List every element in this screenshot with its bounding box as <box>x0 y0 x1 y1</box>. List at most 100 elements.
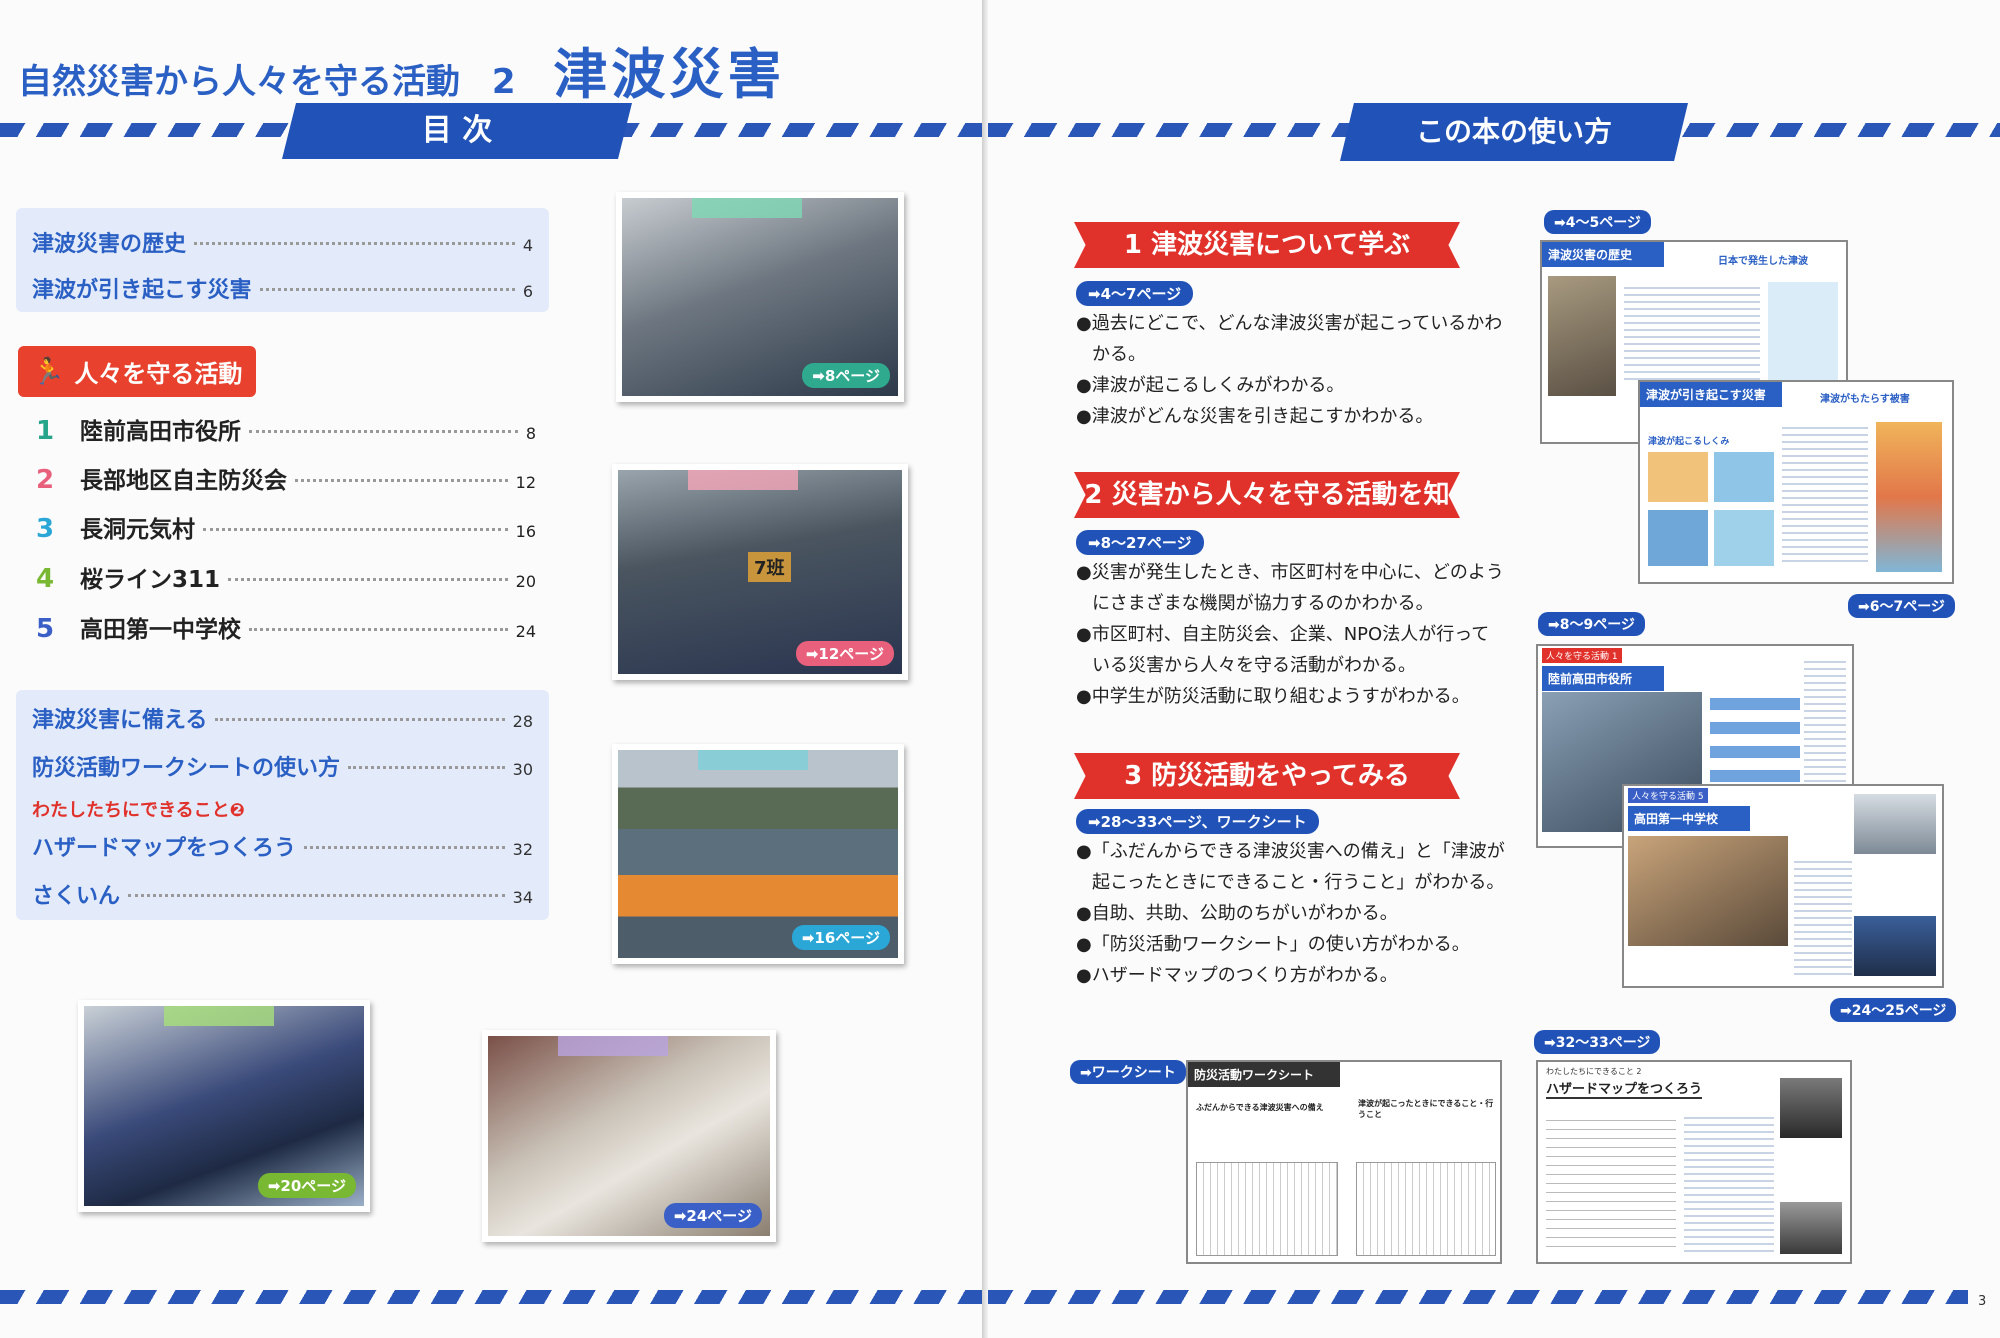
photo-page-tag[interactable]: ➡24ページ <box>663 1203 762 1228</box>
toc-subheading: わたしたちにできること❷ <box>32 800 245 821</box>
photo-page-tag[interactable]: ➡16ページ <box>791 925 890 950</box>
right-page: この本の使い方 1 津波災害について学ぶ ➡4〜7ページ ●過去にどこで、どんな… <box>988 0 2000 1338</box>
volume-title: 津波災害 <box>553 43 786 106</box>
running-person-icon: 🏃 <box>32 356 65 387</box>
thumb-photo <box>1780 1078 1842 1138</box>
toc-dots <box>228 578 508 581</box>
activity-row[interactable]: 2 長部地区自主防災会 12 <box>36 461 536 495</box>
toc-dots <box>304 846 505 849</box>
thumb-photo <box>1628 836 1788 946</box>
thumb-text-lines <box>1684 1112 1774 1252</box>
photo-tape <box>558 1036 668 1056</box>
thumb-text-lines <box>1782 422 1868 562</box>
activity-number: 5 <box>36 614 55 644</box>
toc-intro-box: 津波災害の歴史 4 津波が引き起こす災害 6 <box>16 208 549 312</box>
page-range-pill[interactable]: ➡28〜33ページ、ワークシート <box>1076 809 1319 834</box>
toc-row[interactable]: 津波が引き起こす災害 6 <box>32 272 533 304</box>
guide-section-1-title: 1 津波災害について学ぶ <box>1074 222 1460 268</box>
thumb-photo <box>1548 276 1616 396</box>
thumb-pages-24-25[interactable]: ➡24〜25ページ <box>1830 998 1957 1022</box>
illustration-graphic <box>1876 422 1942 572</box>
section-title-text: 1 津波災害について学ぶ <box>1123 230 1411 260</box>
toc-label: ハザードマップをつくろう <box>32 836 297 861</box>
worksheet-right-heading: 津波が起こったときにできること・行うこと <box>1358 1099 1494 1119</box>
photo-page-tag[interactable]: ➡20ページ <box>257 1173 356 1198</box>
activity-row[interactable]: 4 桜ライン311 20 <box>36 560 536 594</box>
bullet-line: ●災害が発生したとき、市区町村を中心に、どのよう <box>1076 562 1504 583</box>
series-title: 自然災害から人々を守る活動 2 津波災害 <box>18 30 785 109</box>
toc-dots <box>295 479 508 482</box>
toc-dots <box>194 242 515 245</box>
bullet-line: ●津波が起こるしくみがわかる。 <box>1076 375 1345 396</box>
group-sign: 7班 <box>748 552 791 582</box>
thumb-title: 津波が引き起こす災害 <box>1640 382 1782 407</box>
thumb-pages-4-5[interactable]: ➡4〜5ページ <box>1544 210 1651 234</box>
thumb-title: 防災活動ワークシート <box>1188 1062 1340 1087</box>
section-tag-label: 人々を守る活動 <box>74 360 243 388</box>
photo-tree-planting: ➡20ページ <box>78 1000 370 1212</box>
toc-label: 津波災害に備える <box>32 708 208 733</box>
toc-row[interactable]: ハザードマップをつくろう 32 <box>32 830 533 862</box>
photo-tape <box>698 750 808 770</box>
bullet-line: ●「ふだんからできる津波災害への備え」と「津波が <box>1076 841 1505 862</box>
activity-page: 8 <box>525 424 536 443</box>
toc-page: 30 <box>512 760 533 779</box>
activity-label: 長洞元気村 <box>80 517 195 543</box>
guide-section-3-pages: ➡28〜33ページ、ワークシート <box>1076 809 1319 834</box>
guide-section-2-pages: ➡8〜27ページ <box>1076 530 1204 555</box>
series-title-text: 自然災害から人々を守る活動 <box>18 62 460 102</box>
photo-tape <box>692 198 802 218</box>
toc-row[interactable]: 防災活動ワークシートの使い方 30 <box>32 750 533 782</box>
worksheet-grid <box>1196 1162 1338 1256</box>
photo-page-tag[interactable]: ➡12ページ <box>795 641 894 666</box>
photo-page-tag[interactable]: ➡8ページ <box>802 363 890 388</box>
guide-section-3-title: 3 防災活動をやってみる <box>1074 753 1460 799</box>
thumb-tsunami-damage: 津波が引き起こす災害 津波がもたらす被害 津波が起こるしくみ <box>1638 380 1954 584</box>
guide-section-1-bullets: ●過去にどこで、どんな津波災害が起こっているかわ かる。 ●津波が起こるしくみが… <box>1076 308 1502 432</box>
toc-row[interactable]: 津波災害に備える 28 <box>32 702 533 734</box>
thumb-pages-6-7[interactable]: ➡6〜7ページ <box>1848 594 1955 618</box>
toc-dots <box>259 288 515 291</box>
thumb-kicker: わたしたちにできること 2 <box>1546 1067 1642 1076</box>
toc-row[interactable]: 津波災害の歴史 4 <box>32 226 533 258</box>
bullet-line: にさまざまな機関が協力するのかわかる。 <box>1092 593 1434 614</box>
flowchart-graphic <box>1710 686 1800 786</box>
activity-row[interactable]: 3 長洞元気村 16 <box>36 510 536 544</box>
page-range-pill[interactable]: ➡4〜7ページ <box>1076 281 1194 306</box>
thumb-pages-32-33[interactable]: ➡32〜33ページ <box>1534 1030 1661 1054</box>
thumb-worksheet: 防災活動ワークシート ふだんからできる津波災害への備え 津波が起こったときにでき… <box>1186 1060 1502 1264</box>
bullet-line: ●ハザードマップのつくり方がわかる。 <box>1076 965 1398 986</box>
section-tag-protecting-people: 🏃 人々を守る活動 <box>18 346 257 397</box>
stripe-bottom-left <box>0 1290 982 1304</box>
photo-tape <box>688 470 798 490</box>
bullet-line: ●過去にどこで、どんな津波災害が起こっているかわ <box>1076 313 1503 334</box>
diagram-graphic <box>1648 452 1708 502</box>
activity-label: 桜ライン311 <box>80 567 221 593</box>
bullet-line: ●中学生が防災活動に取り組むようすがわかる。 <box>1076 686 1470 707</box>
bullet-line: ●津波がどんな災害を引き起こすかわかる。 <box>1076 406 1434 427</box>
activity-row[interactable]: 5 高田第一中学校 24 <box>36 610 536 644</box>
activity-page: 20 <box>515 572 536 591</box>
toc-page: 28 <box>512 712 533 731</box>
toc-page: 6 <box>522 282 533 301</box>
bullet-line: かる。 <box>1092 344 1146 365</box>
thumb-pages-8-9[interactable]: ➡8〜9ページ <box>1538 612 1645 636</box>
stripe-bottom-right <box>988 1290 1968 1304</box>
guide-heading: この本の使い方 <box>1415 115 1612 148</box>
bullet-line: ●市区町村、自主防災会、企業、NPO法人が行って <box>1076 624 1490 645</box>
activity-row[interactable]: 1 陸前高田市役所 8 <box>36 412 536 446</box>
thumb-side-title: 日本で発生した津波 <box>1718 256 1808 267</box>
thumb-worksheet-tag[interactable]: ➡ワークシート <box>1070 1060 1186 1084</box>
toc-page: 34 <box>512 888 533 907</box>
page-range-pill[interactable]: ➡8〜27ページ <box>1076 530 1204 555</box>
toc-label: さくいん <box>32 884 121 909</box>
thumb-title: 陸前高田市役所 <box>1542 666 1664 691</box>
activity-page: 16 <box>515 522 536 541</box>
guide-section-2-bullets: ●災害が発生したとき、市区町村を中心に、どのよう にさまざまな機関が協力するのか… <box>1076 557 1504 712</box>
section-title-text: 3 防災活動をやってみる <box>1124 761 1410 791</box>
diagram-graphic <box>1648 510 1708 566</box>
thumb-title: 津波災害の歴史 <box>1542 242 1664 267</box>
thumb-text-lines <box>1624 282 1760 382</box>
toc-row[interactable]: さくいん 34 <box>32 878 533 910</box>
page-number: 3 <box>1978 1294 1987 1309</box>
